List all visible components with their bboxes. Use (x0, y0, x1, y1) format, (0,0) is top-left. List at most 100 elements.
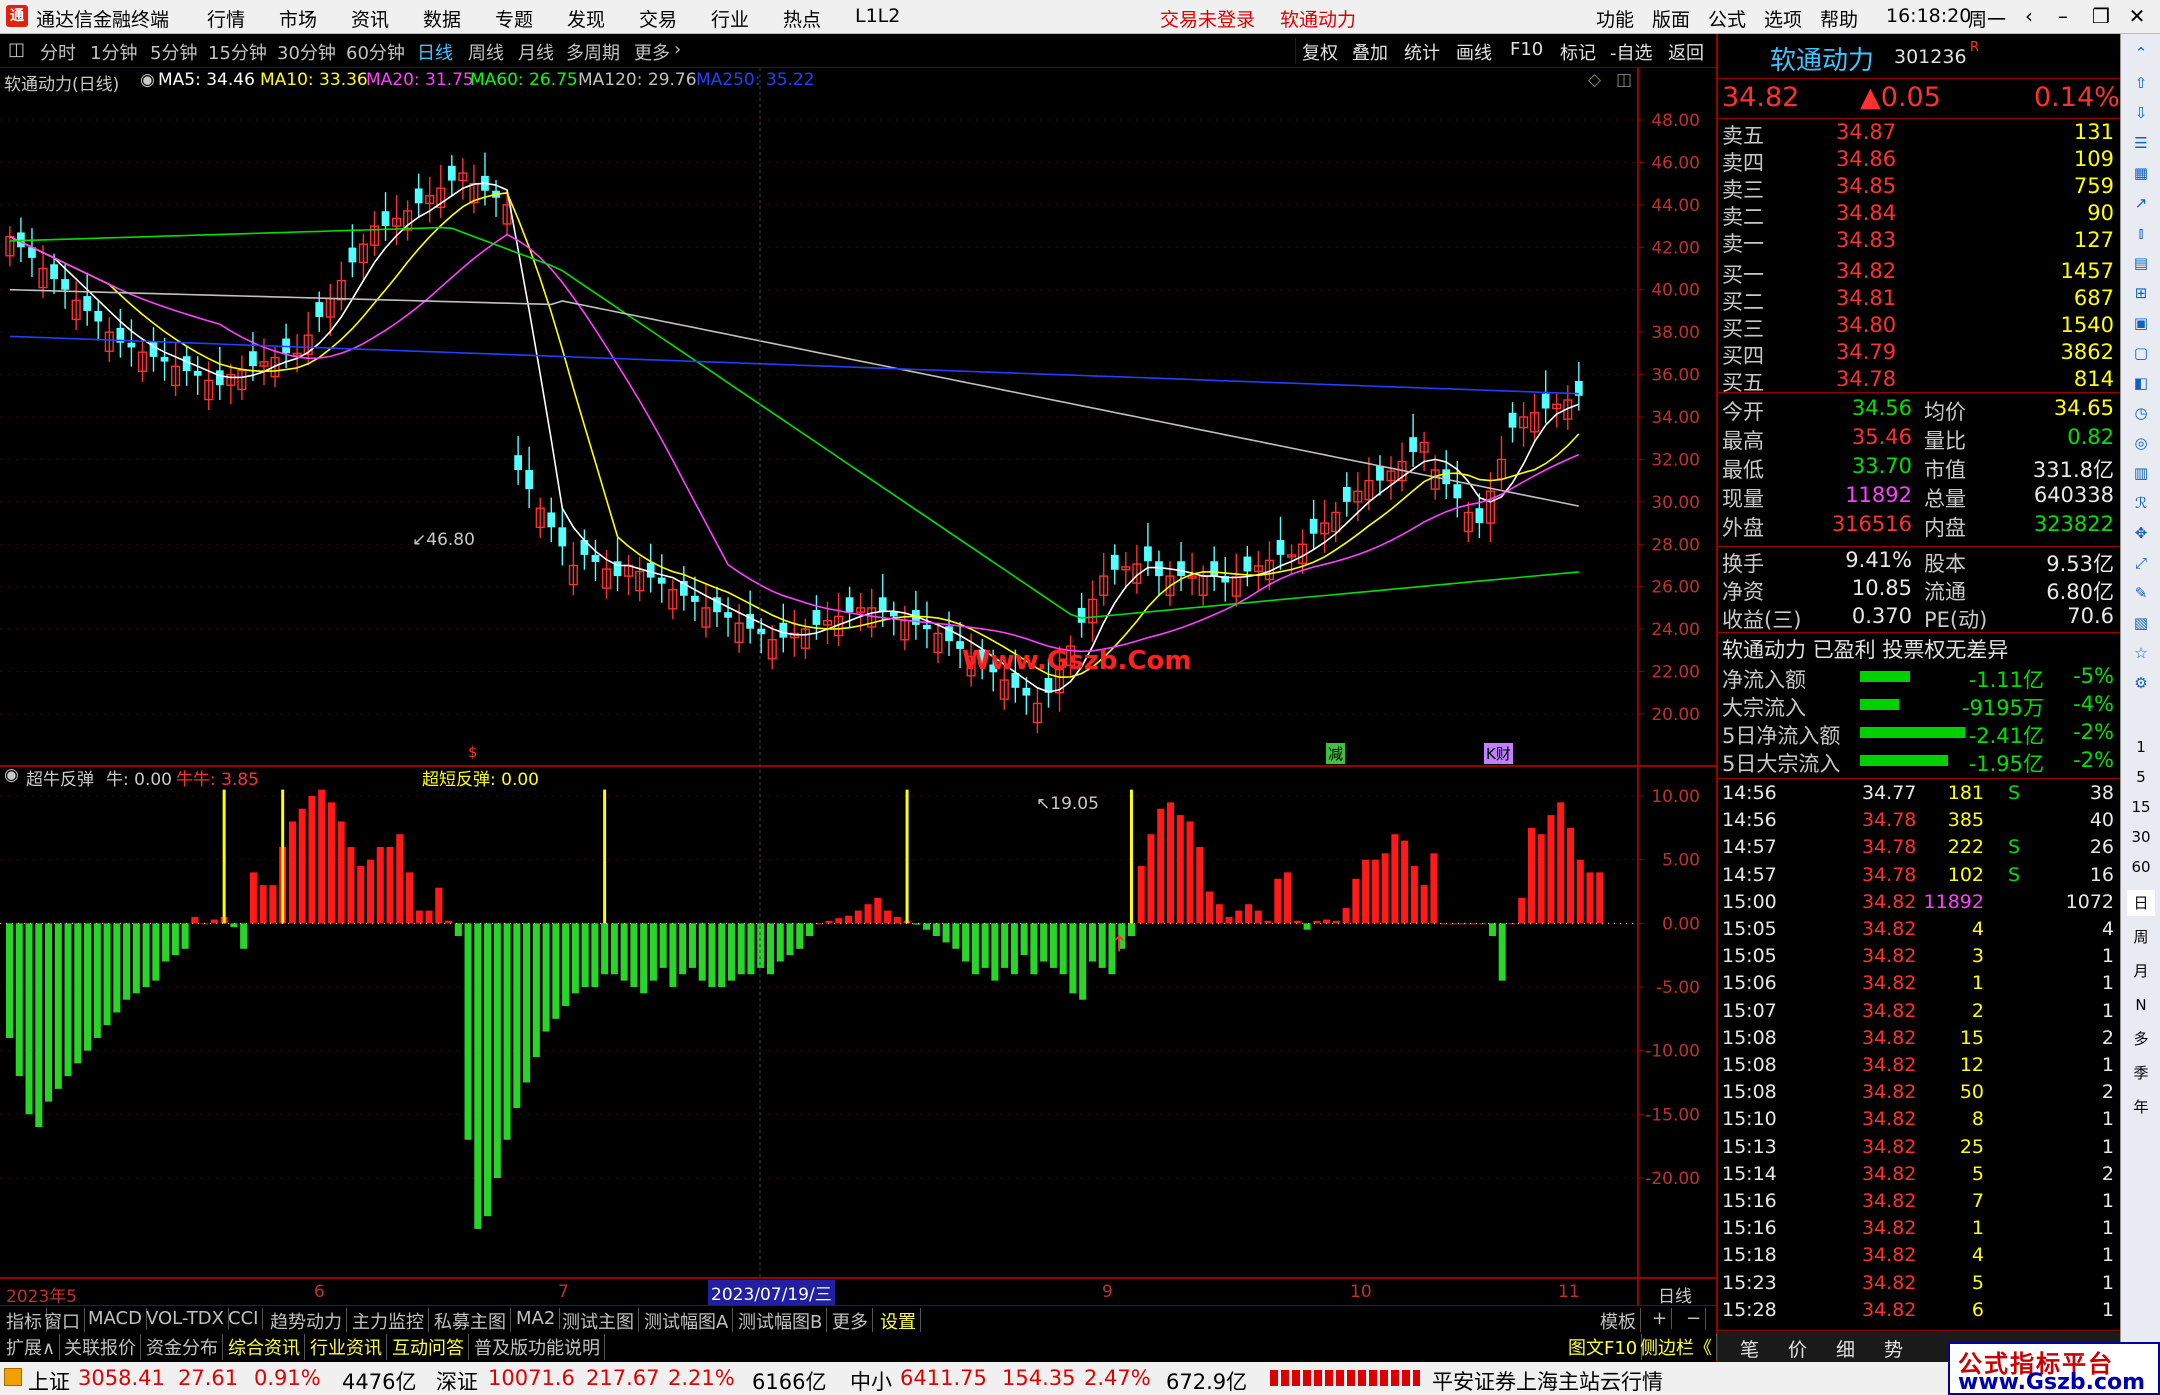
star-icon[interactable]: ☆ (2127, 640, 2155, 666)
menu-banmian[interactable]: 版面 (1652, 5, 1690, 32)
extension-tab[interactable]: 行业资讯 (306, 1334, 387, 1360)
arrow-down-icon[interactable]: ⇩ (2127, 100, 2155, 126)
menu-hangye[interactable]: 行业 (711, 5, 749, 32)
extension-tab[interactable]: 互动问答 (388, 1334, 469, 1360)
menu-zixun[interactable]: 资讯 (351, 5, 389, 32)
move-icon[interactable]: ✥ (2127, 520, 2155, 546)
menu-xuanxiang[interactable]: 选项 (1764, 5, 1802, 32)
tool-diejia[interactable]: 叠加 (1352, 39, 1388, 65)
sell-row[interactable]: 卖五 34.87 131 (1718, 120, 2118, 148)
indicator-tab[interactable]: 设置 (876, 1308, 921, 1334)
event-marker-caibao[interactable]: K财 (1484, 743, 1513, 764)
extension-tab[interactable]: 关联报价 (60, 1334, 141, 1360)
fin-icon[interactable]: ⊞ (2127, 280, 2155, 306)
sz-label[interactable]: 深证 (436, 1366, 478, 1395)
indicator-dropdown-icon[interactable]: ◉ (4, 765, 19, 785)
zoom-icon[interactable]: ⤢ (2127, 550, 2155, 576)
extension-tab[interactable]: 普及版功能说明 (470, 1334, 605, 1360)
clock-icon[interactable]: ◷ (2127, 400, 2155, 426)
login-status[interactable]: 交易未登录 (1160, 5, 1255, 32)
collapse-arrow-icon[interactable]: ⌃ (2127, 40, 2155, 66)
chart-area[interactable]: 软通动力(日线) ◉ MA5: 34.46 MA10: 33.36 MA20: … (0, 68, 1716, 1307)
f10-tab[interactable]: 图文F10 (1564, 1334, 1643, 1360)
buy-row[interactable]: 买三 34.80 1540 (1718, 313, 2118, 341)
pencil-icon[interactable]: ✎ (2127, 580, 2155, 606)
table-icon[interactable]: ▦ (2127, 160, 2155, 186)
panel-icon[interactable]: ◧ (2127, 370, 2155, 396)
doc-icon[interactable]: ▣ (2127, 310, 2155, 336)
buy-row[interactable]: 买四 34.79 3862 (1718, 340, 2118, 368)
period-fenshi[interactable]: 分时 (40, 39, 76, 65)
period-15-button[interactable]: 15 (2127, 794, 2155, 820)
period-monthly[interactable]: 月线 (518, 39, 554, 65)
period-multi[interactable]: 多周期 (566, 39, 620, 65)
indicator-tab[interactable]: 测试幅图B (734, 1308, 828, 1334)
period-30-button[interactable]: 30 (2127, 824, 2155, 850)
indicator-tab[interactable]: 更多 (828, 1308, 873, 1334)
sidebar-toggle[interactable]: 侧边栏《 (1636, 1334, 1717, 1360)
indicator-tab[interactable]: 趋势动力 (266, 1308, 347, 1334)
tool-f10[interactable]: F10 (1510, 39, 1543, 60)
period-multi-button[interactable]: 多 (2127, 1026, 2155, 1052)
extension-tab[interactable]: 资金分布 (142, 1334, 223, 1360)
panel-toggle-icon[interactable]: ◫ (8, 39, 25, 60)
menu-shichang[interactable]: 市场 (279, 5, 317, 32)
buy-row[interactable]: 买五 34.78 814 (1718, 367, 2118, 395)
page-icon[interactable]: ▢ (2127, 340, 2155, 366)
menu-faxian[interactable]: 发现 (567, 5, 605, 32)
zx-label[interactable]: 中小 (850, 1366, 892, 1395)
period-day-button[interactable]: 日 (2127, 890, 2155, 916)
period-60min[interactable]: 60分钟 (346, 39, 405, 65)
broker-name[interactable]: 平安证券上海主站云行情 (1432, 1366, 1663, 1395)
restore-icon[interactable]: ❐ (2088, 3, 2114, 29)
tool-fanhui[interactable]: 返回 (1668, 39, 1704, 65)
status-icon[interactable] (4, 1368, 22, 1386)
period-week-button[interactable]: 周 (2127, 924, 2155, 950)
indicator-tab[interactable]: 窗口 (40, 1308, 85, 1334)
list-icon[interactable]: ☰ (2127, 130, 2155, 156)
period-60-button[interactable]: 60 (2127, 854, 2155, 880)
sell-row[interactable]: 卖三 34.85 759 (1718, 174, 2118, 202)
line-chart-icon[interactable]: ↗ (2127, 190, 2155, 216)
menu-gongshi[interactable]: 公式 (1708, 5, 1746, 32)
tab-jia[interactable]: 价 (1788, 1335, 1807, 1362)
menu-shuju[interactable]: 数据 (423, 5, 461, 32)
chevron-right-icon[interactable]: › (674, 39, 681, 60)
back-icon[interactable]: ‹ (2016, 3, 2042, 29)
period-season-button[interactable]: 季 (2127, 1060, 2155, 1086)
period-month-button[interactable]: 月 (2127, 958, 2155, 984)
period-5min[interactable]: 5分钟 (150, 39, 197, 65)
buy-row[interactable]: 买一 34.82 1457 (1718, 259, 2118, 287)
template-tab[interactable]: 模板 (1596, 1308, 1641, 1334)
buy-row[interactable]: 买二 34.81 687 (1718, 286, 2118, 314)
rsi-icon[interactable]: ℛ (2127, 490, 2155, 516)
menu-zhuanti[interactable]: 专题 (495, 5, 533, 32)
sh-label[interactable]: 上证 (28, 1366, 70, 1395)
bookmark-icon[interactable]: ▧ (2127, 610, 2155, 636)
indicator-tab[interactable]: MACD (84, 1308, 147, 1329)
event-marker-dollar[interactable]: $ (468, 743, 478, 761)
menu-l1l2[interactable]: L1L2 (855, 5, 900, 27)
vol-icon[interactable]: ▥ (2127, 460, 2155, 486)
period-30min[interactable]: 30分钟 (277, 39, 336, 65)
menu-jiaoyi[interactable]: 交易 (639, 5, 677, 32)
indicator-tab[interactable]: 测试主图 (558, 1308, 639, 1334)
tool-zixuan[interactable]: -自选 (1610, 39, 1653, 65)
extension-tab[interactable]: 扩展∧ (2, 1334, 61, 1360)
tab-shi[interactable]: 势 (1884, 1335, 1903, 1362)
period-n-button[interactable]: N (2127, 992, 2155, 1018)
arrow-up-icon[interactable]: ⇧ (2127, 70, 2155, 96)
period-weekly[interactable]: 周线 (468, 39, 504, 65)
menu-hangqing[interactable]: 行情 (207, 5, 245, 32)
indicator-tab[interactable]: MA2 (512, 1308, 561, 1329)
indicator-tab[interactable]: 测试幅图A (640, 1308, 734, 1334)
sell-row[interactable]: 卖二 34.84 90 (1718, 201, 2118, 229)
target-icon[interactable]: ◎ (2127, 430, 2155, 456)
period-1-button[interactable]: 1 (2127, 734, 2155, 760)
candle-icon[interactable]: ⫾ (2127, 220, 2155, 246)
tab-xi[interactable]: 细 (1836, 1335, 1855, 1362)
period-year-button[interactable]: 年 (2127, 1094, 2155, 1120)
indicator-tab[interactable]: CCI (224, 1308, 264, 1329)
period-daily[interactable]: 日线 (417, 39, 453, 65)
event-marker-jian[interactable]: 减 (1326, 743, 1346, 764)
